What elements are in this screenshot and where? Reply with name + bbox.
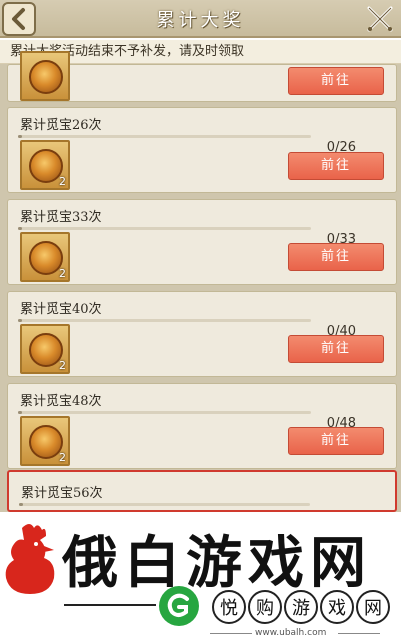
page-title: 累计大奖 <box>156 10 245 31</box>
card-label: 累计觅宝48次 <box>20 394 102 409</box>
go-button[interactable]: 前往 <box>288 427 384 455</box>
watermark-banner: 俄白游戏网 悦 购 游 戏 网 www.ubalh.com <box>0 512 401 642</box>
reward-card: 累计觅宝26次 0/26 2 前往 <box>7 107 397 193</box>
coin-icon <box>29 60 63 94</box>
card-label: 累计觅宝40次 <box>20 302 102 317</box>
sub-char: 戏 <box>320 590 354 624</box>
sub-char: 游 <box>284 590 318 624</box>
coin-icon <box>29 241 63 275</box>
go-button[interactable]: 前往 <box>288 67 384 95</box>
card-label: 累计觅宝33次 <box>20 210 102 225</box>
sub-brand: 悦 购 游 戏 网 <box>212 590 390 624</box>
progress-bar <box>18 319 311 322</box>
progress-bar <box>18 135 311 138</box>
go-button[interactable]: 前往 <box>288 243 384 271</box>
sub-char: 购 <box>248 590 282 624</box>
reward-count: 2 <box>59 359 66 372</box>
coin-icon <box>29 333 63 367</box>
reward-item-icon[interactable]: 2 <box>20 232 70 282</box>
coin-icon <box>29 425 63 459</box>
reward-item-icon[interactable]: 2 <box>20 416 70 466</box>
g-logo-icon <box>159 586 199 626</box>
divider <box>338 633 380 634</box>
reward-item-icon[interactable]: 2 <box>20 140 70 190</box>
header-bar: 累计大奖 <box>0 0 401 38</box>
card-label: 累计觅宝56次 <box>21 486 103 501</box>
go-button[interactable]: 前往 <box>288 152 384 180</box>
card-label: 累计觅宝26次 <box>20 118 102 133</box>
go-button[interactable]: 前往 <box>288 335 384 363</box>
progress-bar <box>19 503 310 506</box>
reward-count: 2 <box>59 175 66 188</box>
rooster-logo-icon <box>5 524 55 594</box>
reward-count: 2 <box>59 451 66 464</box>
sub-char: 网 <box>356 590 390 624</box>
sub-char: 悦 <box>212 590 246 624</box>
reward-card: 累计觅宝33次 0/33 2 前往 <box>7 199 397 285</box>
divider <box>210 633 252 634</box>
divider <box>64 604 156 606</box>
reward-card: 累计觅宝40次 0/40 2 前往 <box>7 291 397 377</box>
progress-bar <box>18 227 311 230</box>
crossed-swords-close-icon <box>367 6 393 32</box>
reward-item-icon[interactable] <box>20 51 70 101</box>
close-button[interactable] <box>363 2 397 36</box>
site-url: www.ubalh.com <box>255 628 327 638</box>
reward-card: 累计觅宝48次 0/48 2 前往 <box>7 383 397 469</box>
reward-item-icon[interactable]: 2 <box>20 324 70 374</box>
reward-card-highlighted: 累计觅宝56次 <box>7 470 397 512</box>
reward-count: 2 <box>59 267 66 280</box>
progress-bar <box>18 411 311 414</box>
reward-card: 前往 <box>7 51 397 102</box>
coin-icon <box>29 149 63 183</box>
site-name: 俄白游戏网 <box>62 531 372 596</box>
